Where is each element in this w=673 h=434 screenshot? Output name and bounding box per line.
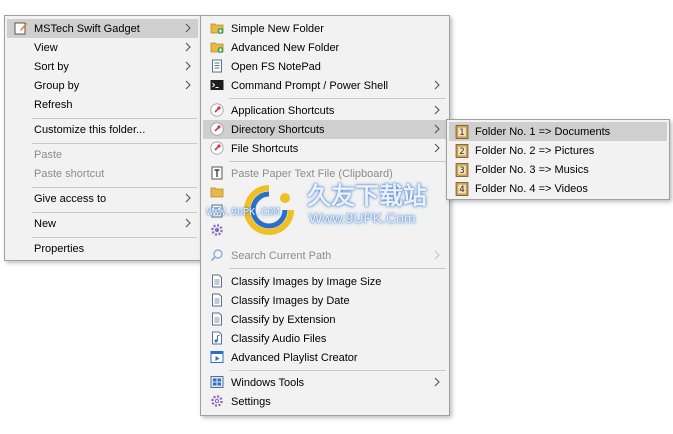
svg-text:2: 2: [459, 147, 464, 157]
menu-item-application-shortcuts[interactable]: Application Shortcuts: [203, 101, 447, 120]
menu-item-give-access-to[interactable]: Give access to: [7, 189, 198, 208]
menu-item-list-tool[interactable]: [203, 202, 447, 221]
menu-item-folder-3-musics[interactable]: 3 Folder No. 3 => Musics: [449, 160, 667, 179]
numbered-folder-icon: 4: [455, 182, 469, 196]
menu-item-paste-text-file[interactable]: Paste Paper Text File (Clipboard): [203, 164, 447, 183]
terminal-icon: [210, 78, 224, 92]
numbered-folder-icon: 2: [455, 144, 469, 158]
menu-separator: [32, 143, 197, 144]
svg-text:1: 1: [459, 128, 464, 138]
menu-item-properties[interactable]: Properties: [7, 239, 198, 258]
list-icon: [210, 204, 224, 218]
document-icon: [210, 293, 224, 307]
menu-item-settings[interactable]: Settings: [203, 392, 447, 411]
swift-gadget-submenu: Simple New Folder Advanced New Folder Op…: [200, 15, 450, 416]
pin-icon: [210, 122, 224, 136]
numbered-folder-icon: 3: [455, 163, 469, 177]
menu-separator: [229, 161, 446, 162]
numbered-folder-icon: 1: [455, 125, 469, 139]
notepad-icon: [210, 59, 224, 73]
menu-item-search-current-path[interactable]: Search Current Path: [203, 246, 447, 265]
playlist-icon: [210, 350, 224, 364]
menu-separator: [229, 268, 446, 269]
menu-item-directory-shortcuts[interactable]: Directory Shortcuts: [203, 120, 447, 139]
chevron-right-icon: [431, 79, 443, 91]
menu-item-customize-folder[interactable]: Customize this folder...: [7, 120, 198, 139]
menu-item-classify-by-image-size[interactable]: Classify Images by Image Size: [203, 272, 447, 291]
audio-file-icon: [210, 331, 224, 345]
chevron-right-icon: [182, 192, 194, 204]
menu-item-simple-new-folder[interactable]: Simple New Folder: [203, 19, 447, 38]
chevron-right-icon: [431, 376, 443, 388]
menu-item-open-fs-notepad[interactable]: Open FS NotePad: [203, 57, 447, 76]
menu-item-paste-shortcut: Paste shortcut: [34, 167, 105, 180]
svg-text:3: 3: [459, 166, 464, 176]
folder-add-icon: [210, 21, 224, 35]
chevron-right-icon: [182, 41, 194, 53]
folder-icon: [210, 185, 224, 199]
search-icon: [210, 248, 224, 262]
menu-item-refresh[interactable]: Refresh: [7, 95, 198, 114]
pin-icon: [210, 103, 224, 117]
menu-item-new[interactable]: New: [7, 214, 198, 233]
menu-item-folder-1-documents[interactable]: 1 Folder No. 1 => Documents: [449, 122, 667, 141]
menu-item-folder-2-pictures[interactable]: 2 Folder No. 2 => Pictures: [449, 141, 667, 160]
menu-item-folder-tool[interactable]: [203, 183, 447, 202]
menu-separator: [32, 118, 197, 119]
chevron-right-icon: [431, 249, 443, 261]
chevron-right-icon: [182, 79, 194, 91]
folder-add-icon: [210, 40, 224, 54]
menu-item-file-shortcuts[interactable]: File Shortcuts: [203, 139, 447, 158]
chevron-right-icon: [431, 142, 443, 154]
menu-item-mstech-swift-gadget[interactable]: MSTech Swift Gadget: [7, 19, 198, 38]
menu-separator: [229, 98, 446, 99]
desktop-context-menu: MSTech Swift Gadget View Sort by Group b…: [4, 15, 201, 261]
menu-item-paste: Paste: [34, 148, 63, 161]
directory-shortcuts-submenu: 1 Folder No. 1 => Documents 2 Folder No.…: [446, 119, 670, 200]
menu-item-classify-by-date[interactable]: Classify Images by Date: [203, 291, 447, 310]
menu-separator: [32, 237, 197, 238]
chevron-right-icon: [182, 22, 194, 34]
menu-item-sort-by[interactable]: Sort by: [7, 57, 198, 76]
chevron-right-icon: [431, 123, 443, 135]
menu-item-classify-audio-files[interactable]: Classify Audio Files: [203, 329, 447, 348]
chevron-right-icon: [431, 104, 443, 116]
menu-separator: [229, 370, 446, 371]
menu-item-command-prompt[interactable]: Command Prompt / Power Shell: [203, 76, 447, 95]
menu-item-classify-by-extension[interactable]: Classify by Extension: [203, 310, 447, 329]
svg-text:4: 4: [459, 185, 464, 195]
chevron-right-icon: [182, 217, 194, 229]
chevron-right-icon: [182, 60, 194, 72]
menu-item-advanced-playlist-creator[interactable]: Advanced Playlist Creator: [203, 348, 447, 367]
document-icon: [210, 274, 224, 288]
menu-item-view[interactable]: View: [7, 38, 198, 57]
menu-item-advanced-new-folder[interactable]: Advanced New Folder: [203, 38, 447, 57]
gear-icon: [210, 394, 224, 408]
windows-tools-icon: [210, 375, 224, 389]
menu-item-windows-tools[interactable]: Windows Tools: [203, 373, 447, 392]
menu-separator: [32, 212, 197, 213]
document-icon: [210, 312, 224, 326]
gear-icon: [210, 223, 224, 237]
pin-icon: [210, 141, 224, 155]
menu-item-folder-4-videos[interactable]: 4 Folder No. 4 => Videos: [449, 179, 667, 198]
mstech-gadget-icon: [14, 21, 28, 35]
text-file-icon: [210, 166, 224, 180]
menu-item-group-by[interactable]: Group by: [7, 76, 198, 95]
menu-separator: [32, 187, 197, 188]
menu-item-settings-tool[interactable]: [203, 221, 447, 240]
